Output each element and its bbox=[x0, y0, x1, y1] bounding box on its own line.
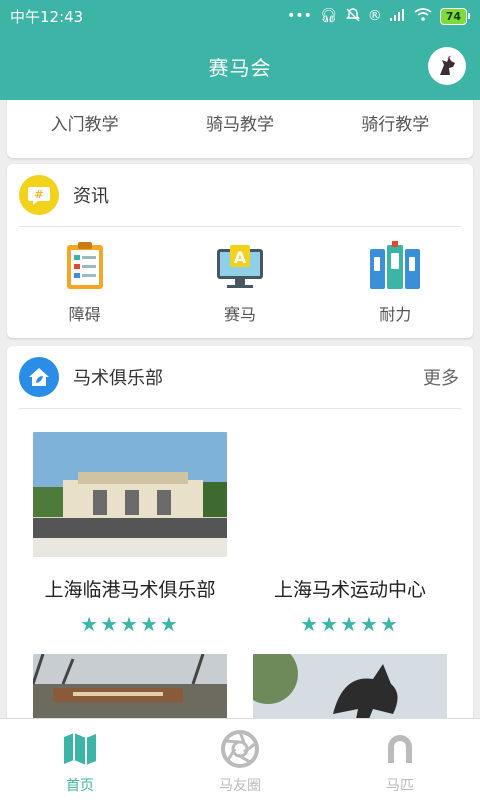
svg-text:A: A bbox=[234, 248, 247, 267]
registered-icon: ® bbox=[367, 8, 382, 24]
news-title: 资讯 bbox=[73, 186, 109, 207]
news-label: 障碍 bbox=[68, 305, 101, 324]
svg-text:#: # bbox=[34, 188, 43, 201]
club-photo bbox=[253, 654, 447, 718]
wifi-icon bbox=[414, 8, 432, 24]
horse-head-avatar-icon[interactable] bbox=[428, 47, 466, 85]
tutorials-grid: 入门教学 骑马教学 骑行教学 bbox=[7, 100, 473, 158]
status-icons: ••• 🎧︎ ® 74 bbox=[287, 7, 470, 25]
app-header: 赛马会 bbox=[0, 32, 480, 100]
more-link[interactable]: 更多 bbox=[423, 364, 459, 390]
map-icon bbox=[64, 733, 96, 765]
news-item-endurance[interactable]: 耐力 bbox=[320, 227, 470, 337]
signal-icon bbox=[389, 8, 406, 24]
hashtag-chat-icon: # bbox=[19, 175, 59, 215]
tutorial-item-intro[interactable]: 入门教学 bbox=[10, 100, 160, 158]
tab-label: 首页 bbox=[66, 778, 94, 794]
tab-horses[interactable]: 马匹 bbox=[320, 719, 480, 800]
club-item[interactable]: 上海马术运动中心 ★★★★★ bbox=[245, 432, 455, 636]
tab-label: 马匹 bbox=[386, 778, 414, 794]
club-rating-stars: ★★★★★ bbox=[300, 612, 400, 636]
headset-icon: 🎧︎ bbox=[319, 8, 338, 24]
tab-label: 马友圈 bbox=[219, 778, 261, 794]
battery-level: 74 bbox=[439, 7, 467, 25]
monitor-a-icon: A bbox=[216, 245, 263, 288]
news-label: 赛马 bbox=[223, 305, 256, 324]
main-content[interactable]: 入门教学 骑马教学 骑行教学 # 资讯 障碍 A 赛马 耐力 马术俱乐部 更多 … bbox=[0, 100, 480, 718]
clubs-card: 马术俱乐部 更多 上海临港马术俱乐部 ★★★★★ 上海马术运动中心 ★★★★★ bbox=[7, 346, 473, 718]
club-photo bbox=[33, 432, 227, 557]
news-item-obstacle[interactable]: 障碍 bbox=[10, 227, 160, 337]
news-card: # 资讯 障碍 A 赛马 耐力 bbox=[7, 164, 473, 338]
news-item-racing[interactable]: A 赛马 bbox=[165, 227, 315, 337]
horseshoe-icon bbox=[388, 735, 412, 763]
club-rating-stars: ★★★★★ bbox=[80, 612, 180, 636]
tutorial-label: 骑马教学 bbox=[205, 115, 274, 135]
tutorial-label: 骑行教学 bbox=[361, 115, 430, 135]
tutorial-item-cycling[interactable]: 骑行教学 bbox=[320, 100, 470, 158]
club-item[interactable] bbox=[25, 654, 235, 718]
tutorials-card: 入门教学 骑马教学 骑行教学 bbox=[7, 100, 473, 158]
status-time: 中午12:43 bbox=[10, 7, 84, 26]
tutorial-item-riding[interactable]: 骑马教学 bbox=[165, 100, 315, 158]
mute-bell-icon bbox=[345, 7, 360, 25]
clubs-title: 马术俱乐部 bbox=[73, 368, 163, 389]
page-title: 赛马会 bbox=[208, 55, 272, 80]
battery-indicator: 74 bbox=[439, 7, 470, 25]
home-leaf-icon bbox=[19, 357, 59, 397]
bottom-tab-bar: 首页 马友圈 马匹 bbox=[0, 718, 480, 800]
tab-friends[interactable]: 马友圈 bbox=[160, 719, 320, 800]
aperture-icon bbox=[221, 730, 259, 768]
tutorial-label: 入门教学 bbox=[50, 115, 119, 135]
clubs-header: 马术俱乐部 更多 bbox=[7, 346, 473, 408]
club-name: 上海临港马术俱乐部 bbox=[44, 579, 216, 601]
club-item[interactable] bbox=[245, 654, 455, 718]
club-item[interactable]: 上海临港马术俱乐部 ★★★★★ bbox=[25, 432, 235, 636]
news-grid: 障碍 A 赛马 耐力 bbox=[7, 227, 473, 337]
club-name: 上海马术运动中心 bbox=[273, 579, 426, 601]
club-photo bbox=[33, 654, 227, 718]
status-bar: 中午12:43 ••• 🎧︎ ® 74 bbox=[0, 0, 480, 32]
divider bbox=[19, 408, 461, 409]
binders-icon bbox=[370, 241, 421, 289]
clipboard-icon bbox=[66, 242, 103, 289]
tab-home[interactable]: 首页 bbox=[0, 719, 160, 800]
news-header[interactable]: # 资讯 bbox=[7, 164, 473, 226]
more-dots-icon: ••• bbox=[287, 8, 312, 24]
news-label: 耐力 bbox=[379, 305, 412, 324]
